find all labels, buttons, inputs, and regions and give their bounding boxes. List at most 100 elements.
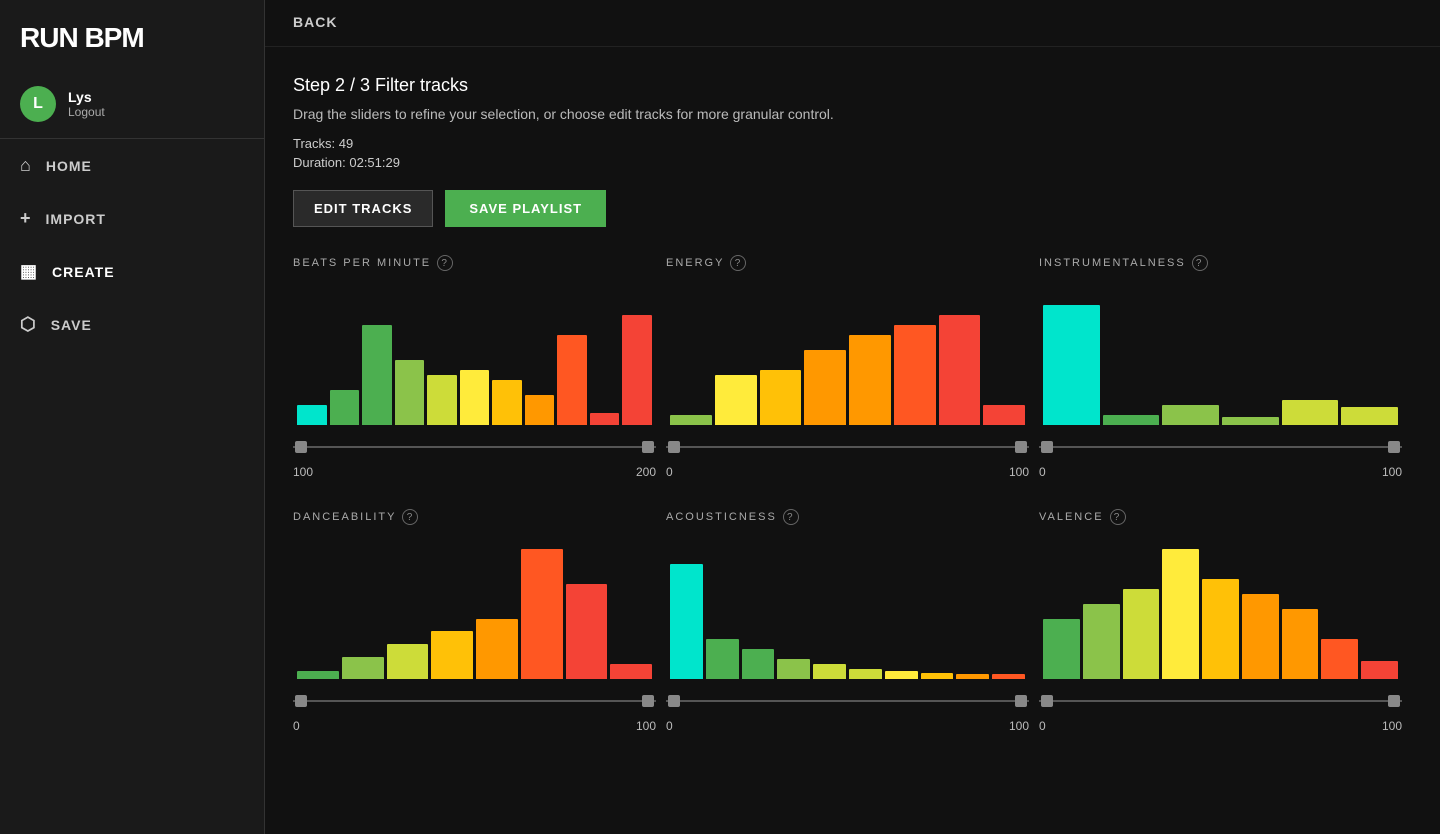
bar-instrumentalness-2 <box>1162 405 1219 425</box>
back-button[interactable]: BACK <box>293 14 337 30</box>
slider-left-acousticness[interactable] <box>668 695 680 707</box>
bar-acousticness-5 <box>849 669 882 679</box>
home-icon: ⌂ <box>20 155 32 176</box>
chart-label-valence: VALENCE? <box>1039 509 1402 525</box>
chart-bars-instrumentalness <box>1039 285 1402 425</box>
chart-section-danceability: DANCEABILITY?0100 <box>293 509 666 763</box>
slider-right-acousticness[interactable] <box>1015 695 1027 707</box>
chart-title-valence: VALENCE <box>1039 511 1104 523</box>
bar-bpm-1 <box>330 390 360 425</box>
edit-tracks-button[interactable]: EDIT TRACKS <box>293 190 433 227</box>
slider-min-danceability: 0 <box>293 719 300 733</box>
slider-min-bpm: 100 <box>293 465 313 479</box>
bar-energy-4 <box>849 335 891 425</box>
bar-energy-6 <box>939 315 981 425</box>
sidebar-item-create[interactable]: ▦CREATE <box>0 245 264 298</box>
slider-instrumentalness[interactable] <box>1039 437 1402 457</box>
user-name: Lys <box>68 89 105 105</box>
help-icon-instrumentalness[interactable]: ? <box>1192 255 1208 271</box>
bar-instrumentalness-1 <box>1103 415 1160 425</box>
help-icon-bpm[interactable]: ? <box>437 255 453 271</box>
chart-section-acousticness: ACOUSTICNESS?0100 <box>666 509 1039 763</box>
slider-track-valence <box>1039 700 1402 702</box>
slider-track-bpm <box>293 446 656 448</box>
slider-danceability[interactable] <box>293 691 656 711</box>
bar-valence-3 <box>1162 549 1199 679</box>
help-icon-energy[interactable]: ? <box>730 255 746 271</box>
tracks-count: Tracks: 49 <box>293 136 1412 151</box>
slider-left-danceability[interactable] <box>295 695 307 707</box>
nav-label-home: HOME <box>46 158 92 174</box>
sidebar-item-home[interactable]: ⌂ HOME <box>0 139 264 192</box>
bar-valence-0 <box>1043 619 1080 679</box>
bar-instrumentalness-5 <box>1341 407 1398 425</box>
bar-bpm-7 <box>525 395 555 425</box>
chart-section-bpm: BEATS PER MINUTE?100200 <box>293 255 666 509</box>
chart-title-acousticness: ACOUSTICNESS <box>666 511 777 523</box>
chart-bars-valence <box>1039 539 1402 679</box>
slider-energy[interactable] <box>666 437 1029 457</box>
bar-valence-1 <box>1083 604 1120 679</box>
bar-bpm-4 <box>427 375 457 425</box>
chart-label-bpm: BEATS PER MINUTE? <box>293 255 656 271</box>
slider-min-acousticness: 0 <box>666 719 673 733</box>
charts-grid: BEATS PER MINUTE?100200ENERGY?0100INSTRU… <box>293 255 1412 763</box>
save-icon: ⬡ <box>20 314 37 335</box>
bar-valence-7 <box>1321 639 1358 679</box>
slider-valence[interactable] <box>1039 691 1402 711</box>
slider-right-danceability[interactable] <box>642 695 654 707</box>
bar-valence-8 <box>1361 661 1398 679</box>
bar-bpm-8 <box>557 335 587 425</box>
bar-danceability-3 <box>431 631 473 679</box>
bar-instrumentalness-0 <box>1043 305 1100 425</box>
bar-bpm-10 <box>622 315 652 425</box>
bar-energy-3 <box>804 350 846 425</box>
help-icon-valence[interactable]: ? <box>1110 509 1126 525</box>
top-bar: BACK <box>265 0 1440 47</box>
help-icon-acousticness[interactable]: ? <box>783 509 799 525</box>
bar-danceability-4 <box>476 619 518 679</box>
main-content: BACK Step 2 / 3 Filter tracks Drag the s… <box>265 0 1440 834</box>
help-icon-danceability[interactable]: ? <box>402 509 418 525</box>
chart-section-instrumentalness: INSTRUMENTALNESS?0100 <box>1039 255 1412 509</box>
nav-menu: ⌂ HOME +IMPORT▦CREATE⬡SAVE <box>0 139 264 351</box>
slider-right-valence[interactable] <box>1388 695 1400 707</box>
bar-bpm-0 <box>297 405 327 425</box>
slider-right-instrumentalness[interactable] <box>1388 441 1400 453</box>
sidebar-item-import[interactable]: +IMPORT <box>0 192 264 245</box>
bar-acousticness-2 <box>742 649 775 679</box>
logout-link[interactable]: Logout <box>68 105 105 119</box>
slider-left-valence[interactable] <box>1041 695 1053 707</box>
slider-right-bpm[interactable] <box>642 441 654 453</box>
bar-bpm-5 <box>460 370 490 425</box>
content-area: Step 2 / 3 Filter tracks Drag the slider… <box>265 47 1440 791</box>
sidebar-item-save[interactable]: ⬡SAVE <box>0 298 264 351</box>
slider-left-energy[interactable] <box>668 441 680 453</box>
create-icon: ▦ <box>20 261 38 282</box>
save-playlist-button[interactable]: SAVE PLAYLIST <box>445 190 606 227</box>
slider-right-energy[interactable] <box>1015 441 1027 453</box>
slider-left-bpm[interactable] <box>295 441 307 453</box>
bar-instrumentalness-4 <box>1282 400 1339 425</box>
chart-bars-bpm <box>293 285 656 425</box>
chart-label-acousticness: ACOUSTICNESS? <box>666 509 1029 525</box>
slider-min-valence: 0 <box>1039 719 1046 733</box>
slider-labels-valence: 0100 <box>1039 719 1402 733</box>
chart-bars-danceability <box>293 539 656 679</box>
bar-acousticness-4 <box>813 664 846 679</box>
bar-danceability-6 <box>566 584 608 679</box>
bar-valence-6 <box>1282 609 1319 679</box>
slider-bpm[interactable] <box>293 437 656 457</box>
chart-title-energy: ENERGY <box>666 257 724 269</box>
user-section: L Lys Logout <box>0 76 264 139</box>
action-buttons: EDIT TRACKS SAVE PLAYLIST <box>293 190 1412 227</box>
chart-label-danceability: DANCEABILITY? <box>293 509 656 525</box>
bar-acousticness-9 <box>992 674 1025 679</box>
bar-valence-4 <box>1202 579 1239 679</box>
slider-max-instrumentalness: 100 <box>1382 465 1402 479</box>
bar-acousticness-8 <box>956 674 989 679</box>
slider-acousticness[interactable] <box>666 691 1029 711</box>
slider-left-instrumentalness[interactable] <box>1041 441 1053 453</box>
bar-instrumentalness-3 <box>1222 417 1279 425</box>
bar-danceability-2 <box>387 644 429 679</box>
